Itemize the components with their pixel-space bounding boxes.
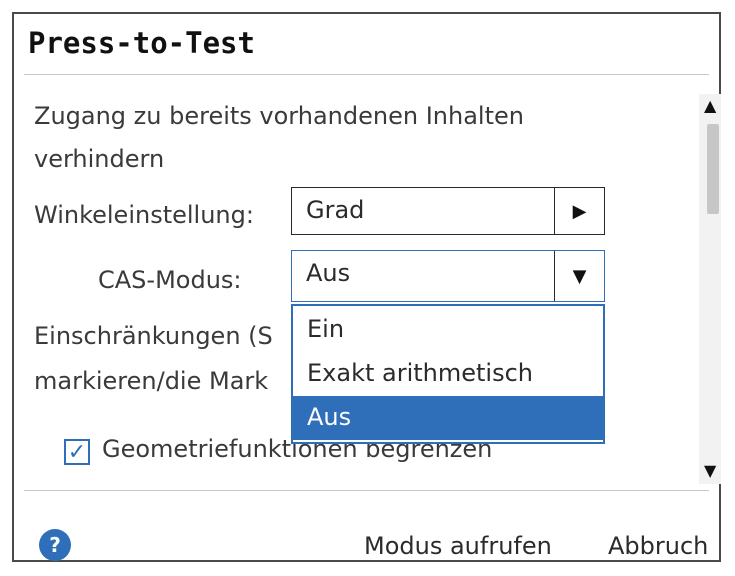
access-text-line1: Zugang zu bereits vorhandenen Inhalten [34,102,524,130]
dropdown-option-ein[interactable]: Ein [293,308,603,352]
dropdown-option-aus[interactable]: Aus [293,396,603,440]
triangle-down-icon[interactable]: ▼ [554,251,604,301]
cas-mode-label: CAS-Modus: [98,266,242,294]
restrictions-text-line1: Einschränkungen (S [34,322,273,350]
angle-setting-value: Grad [306,196,365,224]
enter-mode-button[interactable]: Modus aufrufen [364,532,552,560]
triangle-up-icon[interactable]: ▲ [704,96,716,115]
restrictions-text-line2: markieren/die Mark [34,367,269,395]
cancel-button[interactable]: Abbruch [608,532,708,560]
cas-mode-dropdown[interactable]: Ein Exakt arithmetisch Aus [291,304,605,444]
geometry-limit-checkbox[interactable]: ✓ [64,439,90,465]
press-to-test-dialog: Press-to-Test Zugang zu bereits vorhande… [12,12,721,562]
question-circle-icon[interactable]: ? [39,529,71,561]
triangle-down-icon[interactable]: ▼ [704,461,716,480]
checkmark-icon: ✓ [67,439,87,465]
cas-mode-select[interactable]: Aus ▼ [291,250,605,302]
scrollbar-thumb[interactable] [707,124,719,214]
footer-divider [24,490,709,491]
dialog-content: Zugang zu bereits vorhandenen Inhalten v… [14,14,721,560]
angle-setting-label: Winkeleinstellung: [34,201,254,229]
triangle-right-icon[interactable]: ▶ [554,188,604,234]
access-text-line2: verhindern [34,145,165,173]
cas-mode-value: Aus [306,259,351,287]
dropdown-option-exakt-arithmetisch[interactable]: Exakt arithmetisch [293,352,603,396]
angle-setting-select[interactable]: Grad ▶ [291,187,605,235]
